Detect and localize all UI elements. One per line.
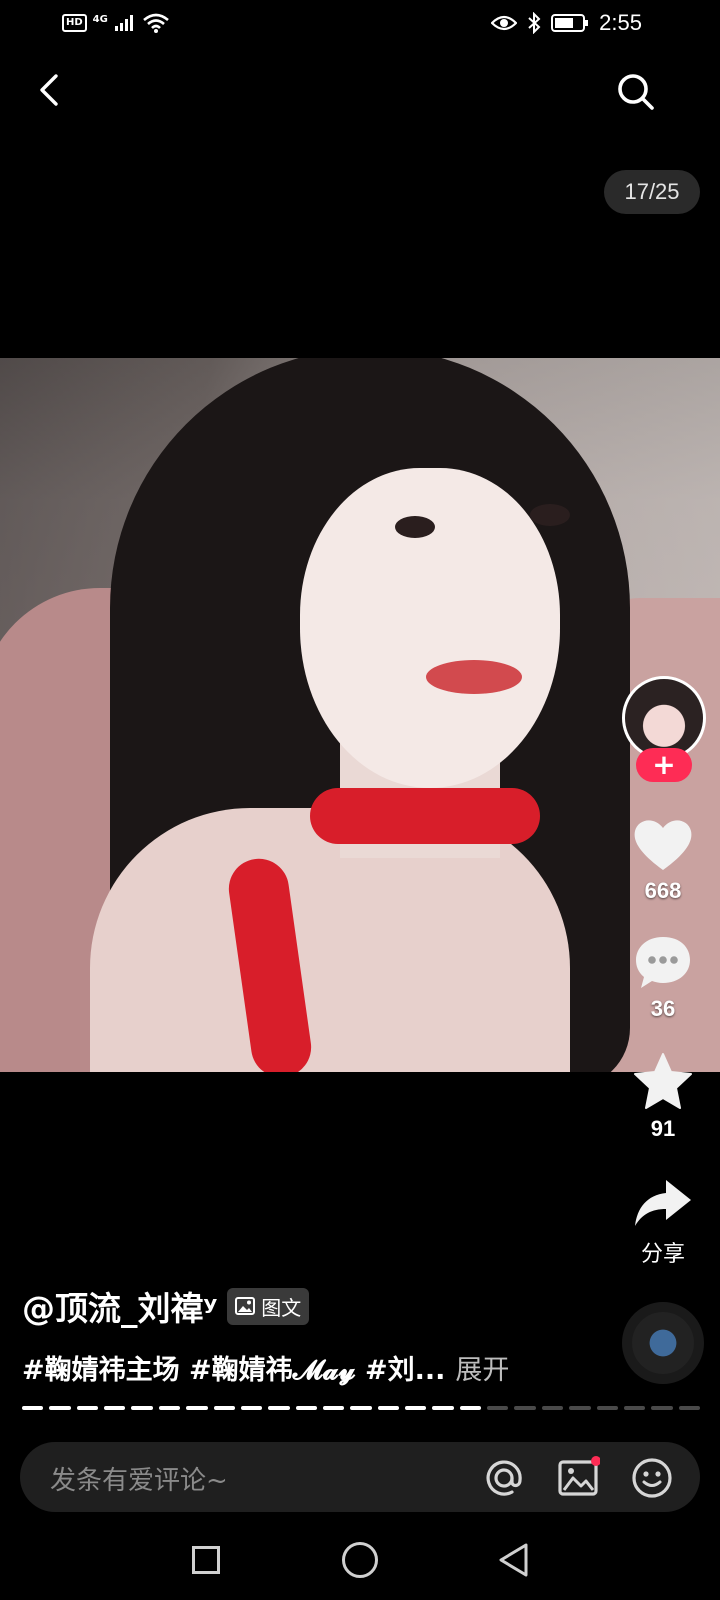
post-photo[interactable] <box>0 358 720 1072</box>
status-bar-left: HD 4G <box>62 12 170 34</box>
home-button[interactable] <box>342 1542 378 1578</box>
bluetooth-icon <box>528 12 541 34</box>
lips <box>426 660 522 694</box>
status-bar-right: 2:55 <box>491 10 642 36</box>
expand-link[interactable]: 展开 <box>455 1348 509 1387</box>
music-disc[interactable] <box>622 1302 704 1384</box>
collect-button[interactable]: 91 <box>618 1052 708 1142</box>
triangle-back-icon <box>499 1543 528 1577</box>
back-button[interactable] <box>30 70 70 110</box>
clock: 2:55 <box>599 10 642 35</box>
progress-segment <box>569 1406 591 1410</box>
chat-bubble-icon <box>636 937 690 988</box>
progress-segment <box>651 1406 673 1410</box>
progress-segment <box>377 1406 400 1410</box>
search-icon <box>618 74 654 110</box>
progress-segment <box>678 1406 700 1410</box>
like-button[interactable]: 668 <box>618 816 708 904</box>
wifi-icon <box>143 13 169 33</box>
image-icon <box>558 1456 601 1496</box>
share-arrow-icon <box>635 1180 691 1226</box>
progress-segment <box>131 1406 153 1410</box>
recents-button[interactable] <box>192 1546 220 1574</box>
progress-segment <box>541 1406 564 1410</box>
caption-tags: #鞠婧祎主场 #鞠婧祎𝓜𝓪𝔂 #刘... 展开 <box>22 1348 509 1387</box>
system-back-button[interactable] <box>496 1542 530 1578</box>
progress-segment <box>459 1406 482 1410</box>
network-type: 4G <box>92 13 108 25</box>
collect-count: 91 <box>650 1116 676 1141</box>
eye-left <box>395 516 435 538</box>
progress-segment <box>158 1406 181 1410</box>
page-counter: 17/25 <box>604 170 700 214</box>
comment-input-bar[interactable]: 发条有爱评论~ <box>20 1442 700 1512</box>
comment-input[interactable]: 发条有爱评论~ <box>50 1460 228 1497</box>
red-choker <box>310 788 540 844</box>
emoji-icon <box>632 1458 672 1498</box>
follow-button[interactable]: + <box>636 748 692 782</box>
face <box>300 468 560 788</box>
like-count: 668 <box>644 878 682 903</box>
progress-segment <box>487 1406 509 1410</box>
share-label: 分享 <box>640 1241 685 1266</box>
image-icon <box>235 1297 256 1315</box>
progress-segment <box>623 1406 646 1410</box>
comment-count: 36 <box>650 996 676 1021</box>
at-icon <box>486 1460 522 1496</box>
progress-segment <box>432 1406 454 1410</box>
progress-segment <box>22 1406 44 1410</box>
post-type-label: 图文 <box>261 1295 302 1320</box>
hashtags-text[interactable]: #鞠婧祎主场 #鞠婧祎𝓜𝓪𝔂 #刘... <box>22 1348 445 1387</box>
hd-badge: HD <box>62 14 87 32</box>
star-icon <box>634 1053 692 1109</box>
share-button[interactable]: 分享 <box>618 1178 708 1268</box>
status-bar: HD 4G 2:55 <box>0 0 720 48</box>
progress-segment <box>213 1406 235 1410</box>
post-type-badge: 图文 <box>227 1287 310 1325</box>
eye-right <box>530 504 570 526</box>
eye-icon <box>491 15 518 31</box>
progress-segment <box>405 1406 427 1410</box>
progress-segment <box>514 1406 536 1410</box>
author-handle[interactable]: @顶流_刘禕ʸ <box>22 1282 217 1330</box>
progress-segment <box>49 1406 71 1410</box>
progress-segment <box>268 1406 290 1410</box>
image-button[interactable] <box>556 1456 601 1500</box>
progress-segment <box>240 1406 263 1410</box>
battery-icon <box>551 14 589 32</box>
progress-segment <box>295 1406 317 1410</box>
signal-icon <box>114 15 133 31</box>
progress-segment <box>350 1406 372 1410</box>
comment-button[interactable]: 36 <box>618 934 708 1022</box>
mention-button[interactable] <box>482 1456 526 1500</box>
emoji-button[interactable] <box>630 1456 674 1500</box>
progress-segment <box>322 1406 345 1410</box>
search-button[interactable] <box>614 70 658 114</box>
progress-segment <box>596 1406 618 1410</box>
author-avatar-group: + <box>620 676 708 786</box>
chevron-left-icon <box>40 74 58 106</box>
gallery-progress <box>22 1406 700 1410</box>
heart-icon <box>634 820 692 870</box>
author-row: @顶流_刘禕ʸ 图文 <box>22 1282 310 1330</box>
progress-segment <box>186 1406 208 1410</box>
progress-segment <box>104 1406 126 1410</box>
progress-segment <box>76 1406 99 1410</box>
system-nav-bar <box>0 1530 720 1600</box>
